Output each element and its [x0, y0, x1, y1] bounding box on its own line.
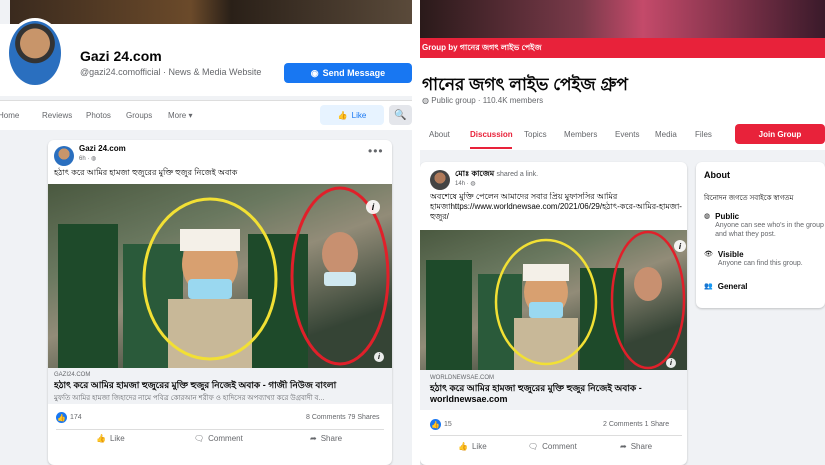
tab-photos[interactable]: Photos [86, 111, 111, 120]
tab-members[interactable]: Members [564, 130, 597, 139]
reaction-summary[interactable]: 👍 174 [56, 412, 82, 423]
privacy-public: ◍ Public Anyone can see who's in the grou… [704, 212, 824, 238]
comment-action-button[interactable]: 🗨 Comment [194, 434, 243, 443]
link-title: হঠাৎ করে আমির হামজা হুজুরের মুক্তি হুজুর… [430, 383, 642, 404]
reaction-summary[interactable]: 👍 15 [430, 419, 452, 430]
tab-media[interactable]: Media [655, 130, 677, 139]
thumbs-up-icon: 👍 [458, 442, 468, 451]
info-icon[interactable]: i [374, 352, 384, 362]
post-time[interactable]: 14h · ◍ [455, 180, 476, 187]
tab-more[interactable]: More ▾ [168, 111, 192, 120]
join-group-button[interactable]: Join Group [735, 124, 825, 144]
info-icon[interactable]: i [666, 358, 676, 368]
divider [430, 435, 682, 436]
share-icon: ➦ [620, 442, 627, 451]
messenger-icon: ◉ [310, 67, 319, 78]
comment-action-button[interactable]: 🗨 Comment [528, 442, 577, 451]
group-type-general: 👥 General [704, 282, 748, 291]
page-title[interactable]: Gazi 24.com [80, 48, 162, 64]
more-options-icon[interactable]: ••• [368, 144, 384, 158]
left-page-screenshot: Gazi 24.com @gazi24.comofficial · News &… [0, 0, 412, 465]
link-preview[interactable]: WORLDNEWSAE.COM হঠাৎ করে আমির হামজা হুজু… [420, 370, 687, 410]
author-avatar[interactable] [430, 170, 450, 190]
photo-graphic [48, 184, 392, 368]
tab-home[interactable]: Home [0, 111, 19, 120]
info-icon[interactable]: i [674, 240, 686, 252]
share-icon: ➦ [310, 434, 317, 443]
like-action-button[interactable]: 👍 Like [458, 442, 487, 451]
globe-icon: ◍ [704, 213, 711, 220]
photo-graphic [420, 230, 687, 370]
news-photo[interactable]: i i [48, 184, 392, 368]
group-meta: ◍ Public group · 110.4K members [422, 96, 544, 105]
group-post-card: মোঃ কাজেম shared a link. 14h · ◍ অবশেষে … [420, 162, 687, 465]
eye-icon: 👁 [704, 251, 713, 258]
globe-icon: ◍ [422, 96, 432, 105]
share-action-button[interactable]: ➦ Share [620, 442, 652, 451]
about-intro: বিনোদন জগতে সবাইকে স্বাগতম [704, 195, 794, 202]
about-title: About [704, 170, 730, 180]
post-card: Gazi 24.com 6h · ◍ ••• হঠাৎ করে আমির হাম… [48, 140, 392, 465]
thumbs-up-icon: 👍 [337, 110, 348, 120]
link-preview[interactable]: GAZI24.COM হঠাৎ করে আমির হামজা হুজুরের ম… [48, 368, 392, 404]
comment-share-counts[interactable]: 2 Comments 1 Share [603, 421, 669, 428]
link-description: মুফতি আমির হামজা জিহাদের নামে পবিত্র কোর… [54, 395, 325, 402]
like-reaction-icon: 👍 [56, 412, 67, 423]
divider [56, 429, 384, 430]
group-cover-photo [420, 0, 825, 38]
like-reaction-icon: 👍 [430, 419, 441, 430]
page-avatar[interactable] [6, 18, 64, 88]
link-domain: GAZI24.COM [54, 372, 91, 378]
tab-about[interactable]: About [429, 130, 450, 139]
people-icon: 👥 [704, 283, 713, 290]
like-action-button[interactable]: 👍 Like [96, 434, 125, 443]
page-like-button[interactable]: 👍 Like [320, 105, 384, 125]
tab-groups[interactable]: Groups [126, 111, 152, 120]
news-photo[interactable]: i i [420, 230, 687, 370]
cover-label[interactable]: Group by গানের জগৎ লাইভ পেইজ [422, 42, 541, 55]
cover-band: Group by গানের জগৎ লাইভ পেইজ [420, 38, 825, 58]
thumbs-up-icon: 👍 [96, 434, 106, 443]
tab-discussion[interactable]: Discussion [470, 130, 513, 139]
tab-topics[interactable]: Topics [524, 130, 547, 139]
link-domain: WORLDNEWSAE.COM [430, 375, 495, 381]
tab-reviews[interactable]: Reviews [42, 111, 72, 120]
comment-icon: 🗨 [528, 442, 539, 451]
post-text: অবশেষে মুক্তি পেলেন আমাদের সবার প্রিয় ম… [430, 192, 682, 221]
tab-events[interactable]: Events [615, 130, 639, 139]
author-avatar[interactable] [54, 146, 74, 166]
share-action-button[interactable]: ➦ Share [310, 434, 342, 443]
right-group-screenshot: Group by গানের জগৎ লাইভ পেইজ গানের জগৎ ল… [420, 0, 825, 465]
comment-icon: 🗨 [194, 434, 205, 443]
info-icon[interactable]: i [366, 200, 380, 214]
screenshot-divider [412, 0, 420, 465]
search-icon[interactable]: 🔍 [389, 105, 412, 125]
visibility-visible: 👁 Visible Anyone can find this group. [704, 250, 803, 267]
link-title: হঠাৎ করে আমির হামজা হুজুরের মুক্তি হুজুর… [54, 380, 337, 390]
cover-photo [10, 0, 412, 24]
post-time[interactable]: 6h · ◍ [79, 155, 96, 162]
tab-files[interactable]: Files [695, 130, 712, 139]
active-tab-indicator [470, 147, 512, 149]
page-handle: @gazi24.comofficial · News & Media Websi… [80, 67, 262, 77]
post-author[interactable]: Gazi 24.com [79, 144, 126, 153]
about-card: About বিনোদন জগতে সবাইকে স্বাগতম ◍ Publi… [696, 162, 825, 308]
comment-share-counts[interactable]: 8 Comments 79 Shares [306, 414, 380, 421]
send-message-button[interactable]: ◉ Send Message [284, 63, 412, 83]
post-text: হঠাৎ করে আমির হামজা হুজুরের মুক্তি হুজুর… [54, 168, 238, 177]
